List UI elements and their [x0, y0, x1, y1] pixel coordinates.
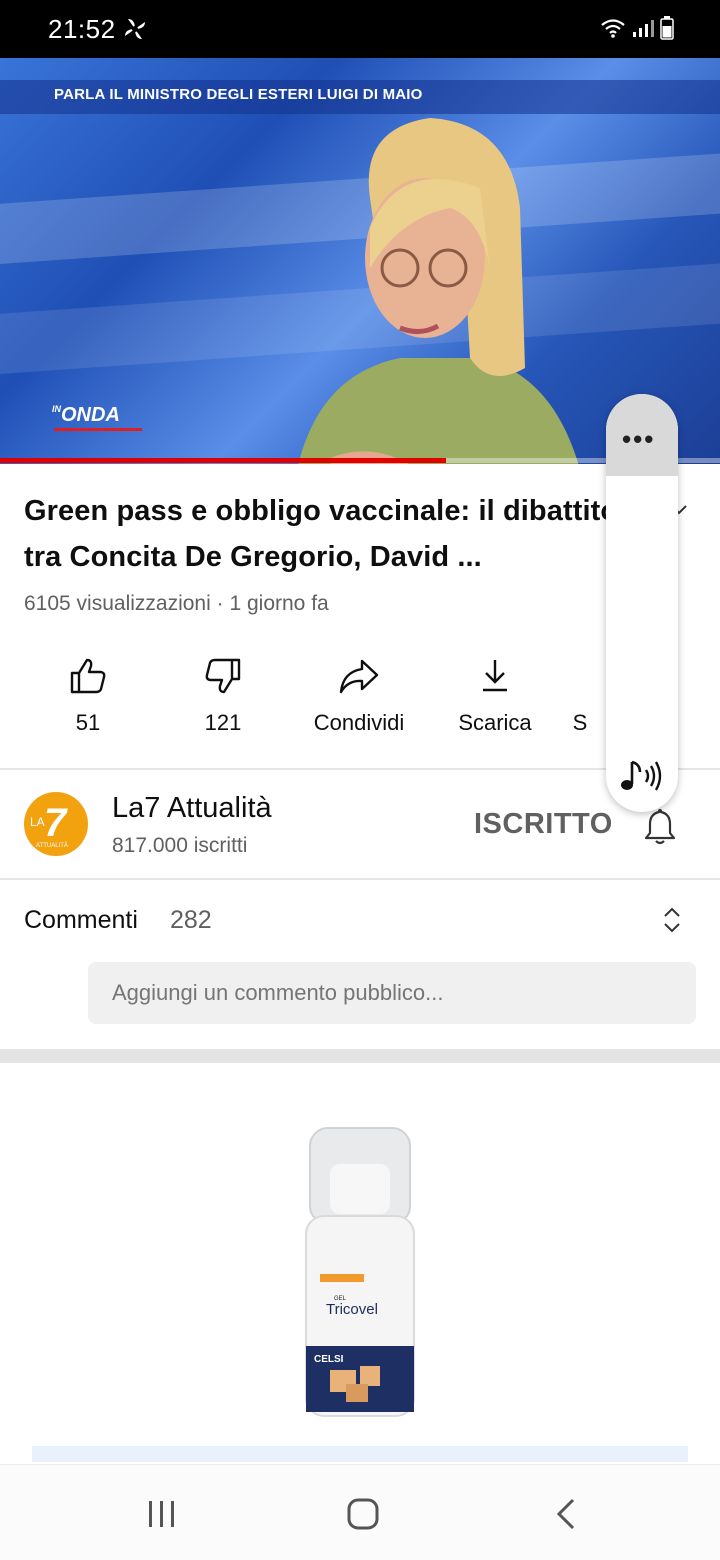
share-icon [339, 659, 379, 694]
video-title[interactable]: Green pass e obbligo vaccinale: il dibat… [24, 488, 624, 580]
home-icon[interactable] [346, 1497, 380, 1531]
watermark-underline [54, 428, 142, 431]
thumbs-up-icon [70, 658, 106, 694]
la7-logo-icon: LA 7 ATTUALITÀ [30, 801, 68, 849]
ad-product-label: CELSI [314, 1354, 344, 1365]
meta-separator: · [216, 592, 224, 615]
channel-watermark: INONDA [52, 404, 120, 426]
comments-count: 282 [170, 906, 212, 934]
recent-apps-icon[interactable] [146, 1499, 178, 1529]
download-icon [483, 660, 507, 692]
thumbs-down-icon [205, 658, 241, 694]
status-bar: 21:52 [0, 0, 720, 58]
video-meta: 6105 visualizzazioni · 1 giorno fa [24, 592, 329, 616]
ad-banner-strip[interactable] [32, 1446, 688, 1462]
avatar-subtext: ATTUALITÀ [36, 842, 68, 849]
status-time: 21:52 [48, 14, 116, 44]
divider [0, 878, 720, 880]
like-button[interactable]: 51 [18, 656, 158, 736]
presenter-figure [298, 118, 579, 464]
upload-age: 1 giorno fa [229, 592, 329, 615]
comments-label[interactable]: Commenti [24, 906, 138, 935]
expand-collapse-icon[interactable] [660, 904, 684, 936]
pinwheel-app-icon [125, 19, 145, 39]
floating-panel[interactable]: ••• [606, 394, 678, 812]
audio-note-icon[interactable] [618, 756, 666, 796]
signal-icon [633, 20, 654, 37]
system-nav-bar [0, 1464, 720, 1560]
bell-icon[interactable] [640, 806, 680, 846]
dislike-button[interactable]: 121 [153, 656, 293, 736]
avatar-text: LA [30, 815, 45, 829]
battery-icon [660, 16, 674, 40]
video-banner-text: PARLA IL MINISTRO DEGLI ESTERI LUIGI DI … [54, 86, 423, 103]
like-count: 51 [75, 710, 101, 735]
comment-input[interactable] [88, 962, 696, 1024]
more-options-icon[interactable]: ••• [622, 424, 655, 455]
status-icons [600, 16, 674, 40]
wifi-icon [601, 19, 625, 38]
ad-product-brand: Tricovel [326, 1301, 378, 1318]
subscriber-count: 817.000 iscritti [112, 834, 248, 857]
channel-avatar[interactable]: LA 7 ATTUALITÀ [24, 792, 88, 856]
share-label: Condividi [313, 710, 405, 735]
video-progress-fill [0, 458, 447, 463]
view-count: 6105 visualizzazioni [24, 592, 211, 615]
avatar-number: 7 [44, 801, 68, 845]
ad-product-image[interactable]: GEL Tricovel CELSI [300, 1124, 420, 1424]
subscribed-button[interactable]: ISCRITTO [474, 808, 613, 841]
section-divider [0, 1049, 720, 1063]
dislike-count: 121 [204, 710, 242, 735]
back-icon[interactable] [554, 1497, 578, 1531]
share-button[interactable]: Condividi [289, 656, 429, 736]
channel-name[interactable]: La7 Attualità [112, 792, 272, 825]
